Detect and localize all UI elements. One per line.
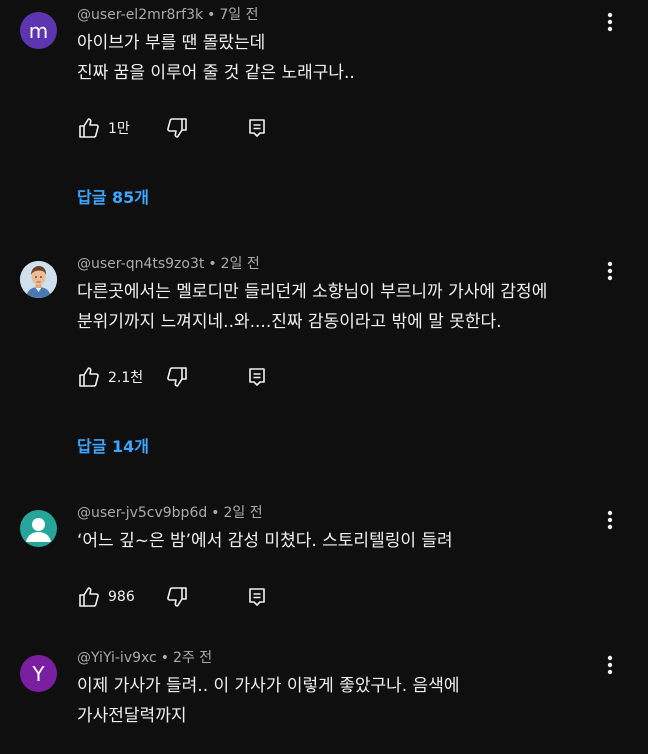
more-actions-button[interactable] — [598, 651, 622, 679]
dislike-button[interactable] — [165, 116, 189, 140]
like-button[interactable]: 2.1천 — [77, 363, 143, 391]
comment-meta: @user-el2mr8rf3k • 7일 전 — [77, 5, 259, 25]
comment-time[interactable]: 2주 전 — [173, 650, 212, 666]
avatar[interactable] — [20, 261, 57, 298]
like-icon — [79, 587, 99, 607]
more-vert-icon — [607, 510, 613, 530]
like-count: 1만 — [108, 121, 130, 137]
author-name[interactable]: @user-el2mr8rf3k — [77, 7, 203, 23]
reply-icon — [249, 588, 265, 606]
like-count: 2.1천 — [108, 370, 144, 386]
comment-text: 이제 가사가 들려.. 이 가사가 이렇게 좋았구나. 음색에 가사전달력까지 — [77, 671, 459, 731]
avatar-letter: m — [28, 18, 49, 43]
avatar-letter: Y — [32, 661, 45, 686]
comment-actions: 986 — [77, 583, 277, 611]
comment-meta: @user-qn4ts9zo3t • 2일 전 — [77, 254, 260, 274]
comment-line: 가사전달력까지 — [77, 706, 187, 726]
comment-line: ‘어느 깊~은 밤’에서 감성 미쳤다. 스토리텔링이 들려 — [77, 531, 453, 551]
more-actions-button[interactable] — [598, 8, 622, 36]
like-icon — [79, 367, 99, 387]
meta-separator: • — [207, 7, 216, 23]
more-actions-button[interactable] — [598, 506, 622, 534]
dislike-icon — [167, 118, 187, 138]
comment-line: 다른곳에서는 멜로디만 들리던게 소향님이 부르니까 가사에 감정에 — [77, 282, 548, 302]
author-name[interactable]: @user-jv5cv9bp6d — [77, 505, 207, 521]
dislike-icon — [167, 587, 187, 607]
comment-meta: @YiYi-iv9xc • 2주 전 — [77, 648, 212, 668]
like-button[interactable]: 1만 — [77, 114, 130, 142]
dislike-icon — [167, 367, 187, 387]
comment-text: 아이브가 부를 땐 몰랐는데 진짜 꿈을 이루어 줄 것 같은 노래구나.. — [77, 28, 355, 88]
comment-text: 다른곳에서는 멜로디만 들리던게 소향님이 부르니까 가사에 감정에 분위기까지… — [77, 277, 547, 337]
reply-button[interactable] — [245, 585, 269, 609]
dislike-button[interactable] — [165, 365, 189, 389]
avatar-image — [20, 261, 57, 298]
comment-meta: @user-jv5cv9bp6d • 2일 전 — [77, 503, 263, 523]
more-actions-button[interactable] — [598, 257, 622, 285]
more-vert-icon — [607, 261, 613, 281]
comment-time[interactable]: 2일 전 — [221, 256, 260, 272]
meta-separator: • — [160, 650, 170, 666]
view-replies-link[interactable]: 답글 14개 — [77, 433, 149, 457]
avatar[interactable] — [20, 510, 57, 547]
comment-actions: 1만 — [77, 114, 277, 142]
comment-line: 진짜 꿈을 이루어 줄 것 같은 노래구나.. — [77, 63, 355, 83]
reply-icon — [249, 119, 265, 137]
author-name[interactable]: @user-qn4ts9zo3t — [77, 256, 204, 272]
comment-actions: 2.1천 — [77, 363, 277, 391]
comment-line: 아이브가 부를 땐 몰랐는데 — [77, 33, 266, 53]
comment-line: 분위기까지 느껴지네..와....진짜 감동이라고 밖에 말 못한다. — [77, 312, 502, 332]
default-avatar-icon — [26, 518, 51, 542]
author-name[interactable]: @YiYi-iv9xc — [77, 650, 157, 666]
reply-button[interactable] — [245, 365, 269, 389]
comment-time[interactable]: 7일 전 — [219, 7, 258, 23]
avatar[interactable]: Y — [20, 655, 57, 692]
view-replies-link[interactable]: 답글 85개 — [77, 184, 149, 208]
like-icon — [79, 118, 99, 138]
reply-icon — [249, 368, 265, 386]
avatar[interactable]: m — [20, 12, 57, 49]
reply-button[interactable] — [245, 116, 269, 140]
comment-text: ‘어느 깊~은 밤’에서 감성 미쳤다. 스토리텔링이 들려 — [77, 526, 453, 556]
more-vert-icon — [607, 655, 613, 675]
more-vert-icon — [607, 12, 613, 32]
comment-time[interactable]: 2일 전 — [224, 505, 263, 521]
meta-separator: • — [211, 505, 220, 521]
like-button[interactable]: 986 — [77, 583, 135, 611]
dislike-button[interactable] — [165, 585, 189, 609]
comment-line: 이제 가사가 들려.. 이 가사가 이렇게 좋았구나. 음색에 — [77, 676, 460, 696]
like-count: 986 — [108, 589, 135, 605]
meta-separator: • — [208, 256, 217, 272]
